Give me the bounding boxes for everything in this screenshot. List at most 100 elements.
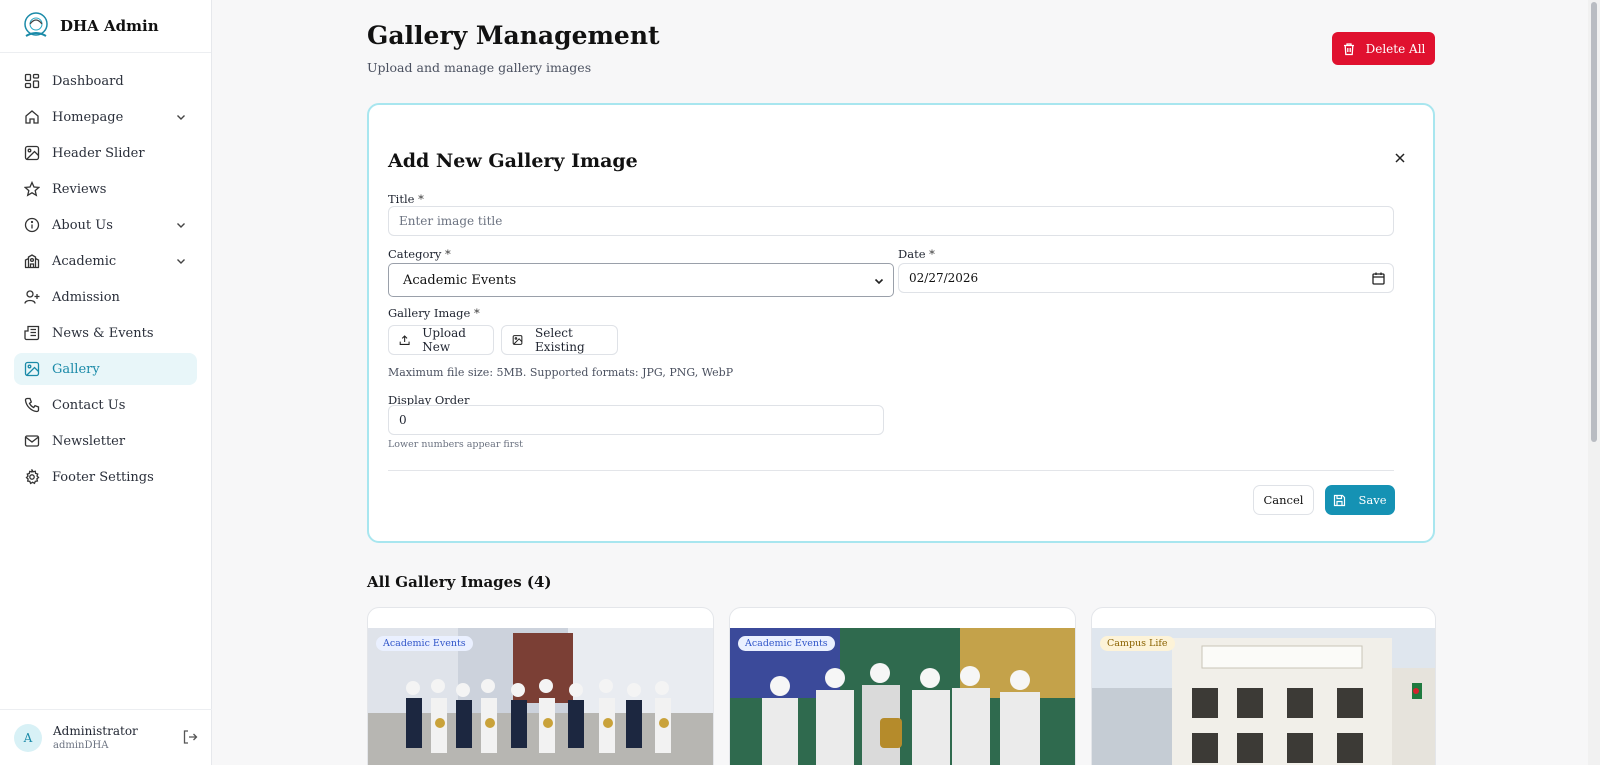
form-title: Add New Gallery Image [388, 150, 638, 172]
sidebar: DHA Admin Dashboard Homepage Header Slid… [0, 0, 212, 765]
sidebar-nav: Dashboard Homepage Header Slider Reviews… [0, 53, 211, 493]
chevron-down-icon [177, 223, 185, 228]
title-input[interactable] [388, 206, 1394, 236]
gallery-card[interactable]: Academic Events [729, 607, 1076, 765]
gallery-image-label: Gallery Image * [388, 306, 480, 320]
sidebar-item-label: Newsletter [52, 433, 126, 449]
select-existing-button[interactable]: Select Existing [501, 325, 618, 355]
user-name: Administrator [53, 724, 138, 738]
page-subtitle: Upload and manage gallery images [367, 60, 592, 75]
required-mark: * [473, 306, 480, 320]
chevron-down-icon [177, 259, 185, 264]
date-label-text: Date [898, 247, 926, 261]
star-icon [24, 181, 40, 197]
trash-icon [1343, 42, 1354, 55]
display-order-input[interactable] [388, 405, 884, 435]
display-order-hint: Lower numbers appear first [388, 439, 523, 450]
delete-all-button[interactable]: Delete All [1332, 32, 1435, 65]
sidebar-item-about-us[interactable]: About Us [14, 209, 197, 241]
gallery-section-title: All Gallery Images (4) [367, 573, 552, 591]
mail-icon [24, 433, 40, 449]
gallery-card[interactable]: Campus Life [1091, 607, 1436, 765]
sidebar-item-dashboard[interactable]: Dashboard [14, 65, 197, 97]
category-value: Academic Events [403, 272, 517, 288]
sidebar-item-footer-settings[interactable]: Footer Settings [14, 461, 197, 493]
brand[interactable]: DHA Admin [0, 0, 211, 53]
category-label-text: Category [388, 247, 442, 261]
scrollbar[interactable] [1588, 0, 1600, 765]
required-mark: * [445, 247, 451, 261]
page-title: Gallery Management [367, 21, 660, 50]
required-mark: * [418, 192, 424, 206]
info-icon [24, 217, 40, 233]
sidebar-item-label: Homepage [52, 109, 124, 125]
category-badge: Academic Events [738, 636, 835, 651]
user-info: Administrator adminDHA [53, 724, 138, 751]
image-icon [512, 335, 523, 345]
user-handle: adminDHA [53, 740, 109, 751]
category-badge: Academic Events [376, 636, 473, 651]
sidebar-item-news-events[interactable]: News & Events [14, 317, 197, 349]
user-panel: A Administrator adminDHA [0, 709, 212, 765]
form-divider [388, 470, 1394, 471]
sidebar-item-label: Dashboard [52, 73, 124, 89]
date-label: Date * [898, 247, 935, 261]
brand-name: DHA Admin [60, 17, 159, 35]
sidebar-item-newsletter[interactable]: Newsletter [14, 425, 197, 457]
sidebar-item-label: About Us [52, 217, 113, 233]
date-value: 02/27/2026 [909, 271, 979, 285]
add-image-form: Add New Gallery Image Title * Category *… [367, 103, 1435, 543]
save-icon [1334, 494, 1346, 506]
sidebar-item-label: Contact Us [52, 397, 126, 413]
dashboard-icon [24, 73, 40, 89]
image-icon [24, 361, 40, 377]
school-icon [24, 253, 40, 269]
close-icon[interactable] [1393, 151, 1407, 165]
logout-icon[interactable] [182, 729, 198, 745]
chevron-down-icon [177, 115, 185, 120]
category-select[interactable]: Academic Events [388, 263, 894, 297]
newspaper-icon [24, 325, 40, 341]
sidebar-item-label: Reviews [52, 181, 107, 197]
upload-new-button[interactable]: Upload New [388, 325, 494, 355]
date-input[interactable]: 02/27/2026 [898, 263, 1394, 293]
main-content: Gallery Management Upload and manage gal… [212, 0, 1600, 765]
chevron-down-icon [874, 278, 884, 285]
upload-new-label: Upload New [422, 326, 466, 354]
sidebar-item-label: Admission [52, 289, 120, 305]
sidebar-item-header-slider[interactable]: Header Slider [14, 137, 197, 169]
save-label: Save [1358, 493, 1387, 507]
sidebar-item-homepage[interactable]: Homepage [14, 101, 197, 133]
upload-icon [399, 335, 410, 345]
user-plus-icon [24, 289, 40, 305]
gallery-card[interactable]: Academic Events [367, 607, 714, 765]
sidebar-item-gallery[interactable]: Gallery [14, 353, 197, 385]
scrollbar-thumb[interactable] [1591, 2, 1597, 442]
avatar[interactable]: A [14, 723, 42, 752]
sidebar-item-academic[interactable]: Academic [14, 245, 197, 277]
image-icon [24, 145, 40, 161]
calendar-icon[interactable] [1372, 272, 1385, 285]
sidebar-item-reviews[interactable]: Reviews [14, 173, 197, 205]
phone-icon [24, 397, 40, 413]
sidebar-item-admission[interactable]: Admission [14, 281, 197, 313]
title-label: Title * [388, 192, 424, 206]
delete-all-label: Delete All [1365, 41, 1426, 56]
file-hint: Maximum file size: 5MB. Supported format… [388, 366, 734, 379]
required-mark: * [929, 247, 935, 261]
save-button[interactable]: Save [1325, 485, 1395, 515]
select-existing-label: Select Existing [535, 326, 585, 354]
gallery-image-label-text: Gallery Image [388, 306, 471, 320]
sidebar-item-label: News & Events [52, 325, 154, 341]
sidebar-item-label: Footer Settings [52, 469, 154, 485]
sidebar-item-label: Academic [52, 253, 117, 269]
sidebar-item-contact-us[interactable]: Contact Us [14, 389, 197, 421]
category-badge: Campus Life [1100, 636, 1175, 651]
category-label: Category * [388, 247, 451, 261]
gear-icon [24, 469, 40, 485]
logo-icon [24, 12, 48, 37]
home-icon [24, 109, 40, 125]
cancel-button[interactable]: Cancel [1253, 485, 1314, 515]
sidebar-item-label: Header Slider [52, 145, 145, 161]
title-label-text: Title [388, 192, 415, 206]
